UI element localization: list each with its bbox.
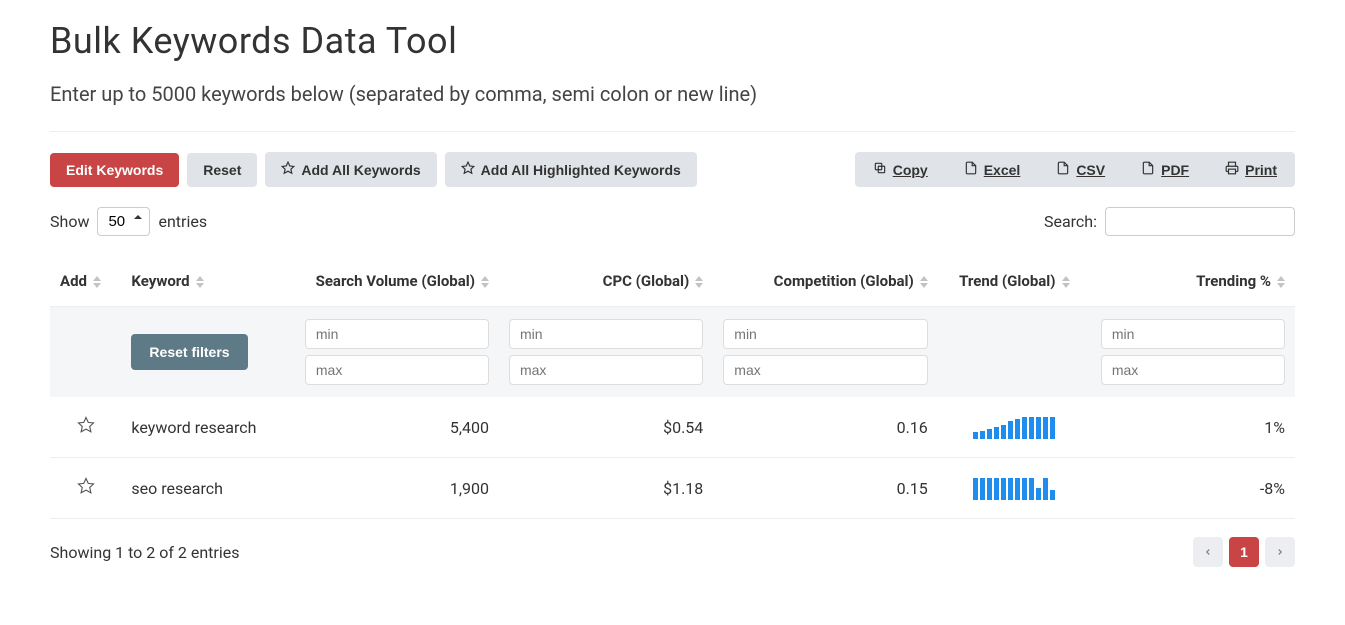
copy-label: Copy <box>893 162 928 178</box>
add-all-highlighted-label: Add All Highlighted Keywords <box>481 162 681 178</box>
next-page-button[interactable] <box>1265 537 1295 567</box>
col-keyword[interactable]: Keyword <box>121 256 294 307</box>
table-row: seo research1,900$1.180.15 -8% <box>50 458 1295 519</box>
trending-pct-cell: 1% <box>1091 397 1295 458</box>
keywords-table: Add Keyword Search Volume (Global) CPC (… <box>50 256 1295 519</box>
edit-keywords-button[interactable]: Edit Keywords <box>50 153 179 187</box>
search-volume-cell: 5,400 <box>295 397 499 458</box>
table-row: keyword research5,400$0.540.16 1% <box>50 397 1295 458</box>
show-label-post: entries <box>158 212 207 231</box>
competition-min-input[interactable] <box>723 319 928 349</box>
filter-row: Reset filters <box>50 307 1295 398</box>
print-label: Print <box>1245 162 1277 178</box>
cpc-min-input[interactable] <box>509 319 703 349</box>
chevron-right-icon <box>1275 544 1285 560</box>
col-competition[interactable]: Competition (Global) <box>713 256 938 307</box>
trending-pct-cell: -8% <box>1091 458 1295 519</box>
star-icon <box>281 161 295 178</box>
trend-cell <box>938 397 1091 458</box>
search-label: Search: <box>1044 212 1097 231</box>
chevron-left-icon <box>1203 544 1213 560</box>
table-footer: Showing 1 to 2 of 2 entries 1 <box>50 537 1295 567</box>
search-input[interactable] <box>1105 207 1295 236</box>
print-icon <box>1225 161 1239 178</box>
search-volume-max-input[interactable] <box>305 355 489 385</box>
trending-min-input[interactable] <box>1101 319 1285 349</box>
keyword-cell: seo research <box>121 458 294 519</box>
star-icon <box>461 161 475 178</box>
cpc-max-input[interactable] <box>509 355 703 385</box>
pdf-label: PDF <box>1161 162 1189 178</box>
print-button[interactable]: Print <box>1207 152 1295 187</box>
add-all-keywords-button[interactable]: Add All Keywords <box>265 152 436 187</box>
pdf-button[interactable]: PDF <box>1123 152 1207 187</box>
csv-button[interactable]: CSV <box>1038 152 1123 187</box>
pagination: 1 <box>1193 537 1295 567</box>
search-volume-cell: 1,900 <box>295 458 499 519</box>
trend-cell <box>938 458 1091 519</box>
entries-select[interactable]: 50 <box>97 207 150 236</box>
star-icon[interactable] <box>77 480 95 499</box>
toolbar: Edit Keywords Reset Add All Keywords Add… <box>50 152 1295 187</box>
copy-button[interactable]: Copy <box>855 152 946 187</box>
col-trending-pct[interactable]: Trending % <box>1091 256 1295 307</box>
csv-label: CSV <box>1076 162 1105 178</box>
prev-page-button[interactable] <box>1193 537 1223 567</box>
excel-label: Excel <box>984 162 1021 178</box>
star-icon[interactable] <box>77 419 95 438</box>
file-icon <box>1141 161 1155 178</box>
copy-icon <box>873 161 887 178</box>
competition-max-input[interactable] <box>723 355 928 385</box>
page-title: Bulk Keywords Data Tool <box>50 20 1295 62</box>
entries-info: Showing 1 to 2 of 2 entries <box>50 543 239 562</box>
excel-button[interactable]: Excel <box>946 152 1039 187</box>
competition-cell: 0.15 <box>713 458 938 519</box>
file-icon <box>964 161 978 178</box>
cpc-cell: $1.18 <box>499 458 713 519</box>
reset-filters-button[interactable]: Reset filters <box>131 334 247 370</box>
trending-max-input[interactable] <box>1101 355 1285 385</box>
divider <box>50 131 1295 132</box>
page-subtitle: Enter up to 5000 keywords below (separat… <box>50 82 1295 106</box>
page-1-button[interactable]: 1 <box>1229 537 1259 567</box>
keyword-cell: keyword research <box>121 397 294 458</box>
search-volume-min-input[interactable] <box>305 319 489 349</box>
col-trend[interactable]: Trend (Global) <box>938 256 1091 307</box>
add-all-keywords-label: Add All Keywords <box>301 162 420 178</box>
col-cpc[interactable]: CPC (Global) <box>499 256 713 307</box>
cpc-cell: $0.54 <box>499 397 713 458</box>
add-all-highlighted-button[interactable]: Add All Highlighted Keywords <box>445 152 697 187</box>
reset-button[interactable]: Reset <box>187 153 257 187</box>
show-label-pre: Show <box>50 212 89 231</box>
col-search-volume[interactable]: Search Volume (Global) <box>295 256 499 307</box>
competition-cell: 0.16 <box>713 397 938 458</box>
export-group: Copy Excel CSV PDF Print <box>855 152 1295 187</box>
col-add[interactable]: Add <box>50 256 121 307</box>
table-controls: Show 50 entries Search: <box>50 207 1295 236</box>
file-icon <box>1056 161 1070 178</box>
